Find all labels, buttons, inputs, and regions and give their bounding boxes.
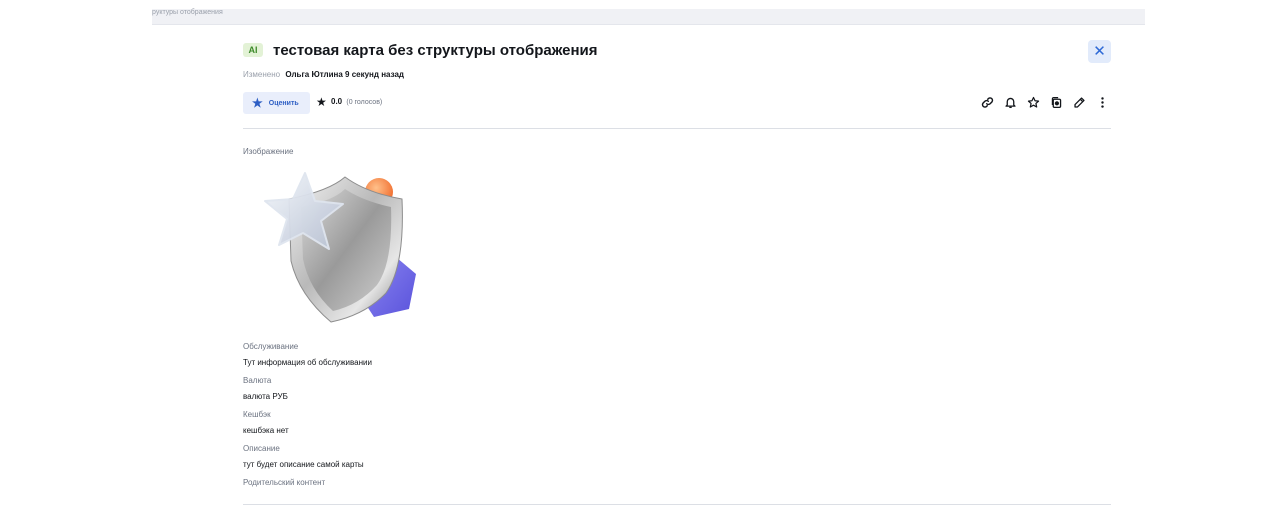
parent-content-label: Родительский контент xyxy=(243,478,326,487)
currency-value: валюта РУБ xyxy=(243,392,288,401)
rating-score: 0.0 xyxy=(331,97,343,107)
bell-icon[interactable] xyxy=(1002,94,1018,110)
modified-label: Изменено xyxy=(243,70,281,79)
modified-info: Изменено Ольга Ютлина 9 секунд назад xyxy=(243,70,404,79)
rate-button-label: Оценить xyxy=(268,99,299,107)
currency-label: Валюта xyxy=(243,376,272,385)
close-button[interactable]: ✕ xyxy=(1088,40,1111,63)
rating-votes: (0 голосов) xyxy=(346,99,383,107)
rating-star-icon: ★ xyxy=(316,95,327,109)
divider xyxy=(243,128,1111,129)
breadcrumb[interactable]: руктуры отображения xyxy=(152,9,223,16)
card-image xyxy=(259,171,419,325)
description-label: Описание xyxy=(243,444,280,453)
service-value: Тут информация об обслуживании xyxy=(243,358,372,367)
bottom-divider xyxy=(243,504,1111,505)
rate-button[interactable]: ★ Оценить xyxy=(243,92,310,114)
cashback-value: кешбэка нет xyxy=(243,426,289,435)
page-title: тестовая карта без структуры отображения xyxy=(273,42,598,59)
more-icon[interactable] xyxy=(1094,94,1110,110)
card-panel: AI тестовая карта без структуры отображе… xyxy=(243,25,1111,515)
service-label: Обслуживание xyxy=(243,342,299,351)
copy-icon[interactable] xyxy=(1048,94,1064,110)
edit-icon[interactable] xyxy=(1071,94,1087,110)
modified-by[interactable]: Ольга Ютлина 9 секунд назад xyxy=(285,70,404,79)
action-toolbar xyxy=(979,94,1110,110)
star-icon: ★ xyxy=(252,96,263,110)
link-icon[interactable] xyxy=(979,94,995,110)
image-label: Изображение xyxy=(243,147,294,156)
description-value: тут будет описание самой карты xyxy=(243,460,364,469)
star-icon[interactable] xyxy=(1025,94,1041,110)
cashback-label: Кешбэк xyxy=(243,410,271,419)
close-icon: ✕ xyxy=(1093,43,1106,60)
ai-badge: AI xyxy=(243,43,263,57)
rating-summary: ★ 0.0 (0 голосов) xyxy=(316,95,382,109)
top-bar: руктуры отображения xyxy=(152,9,1145,25)
